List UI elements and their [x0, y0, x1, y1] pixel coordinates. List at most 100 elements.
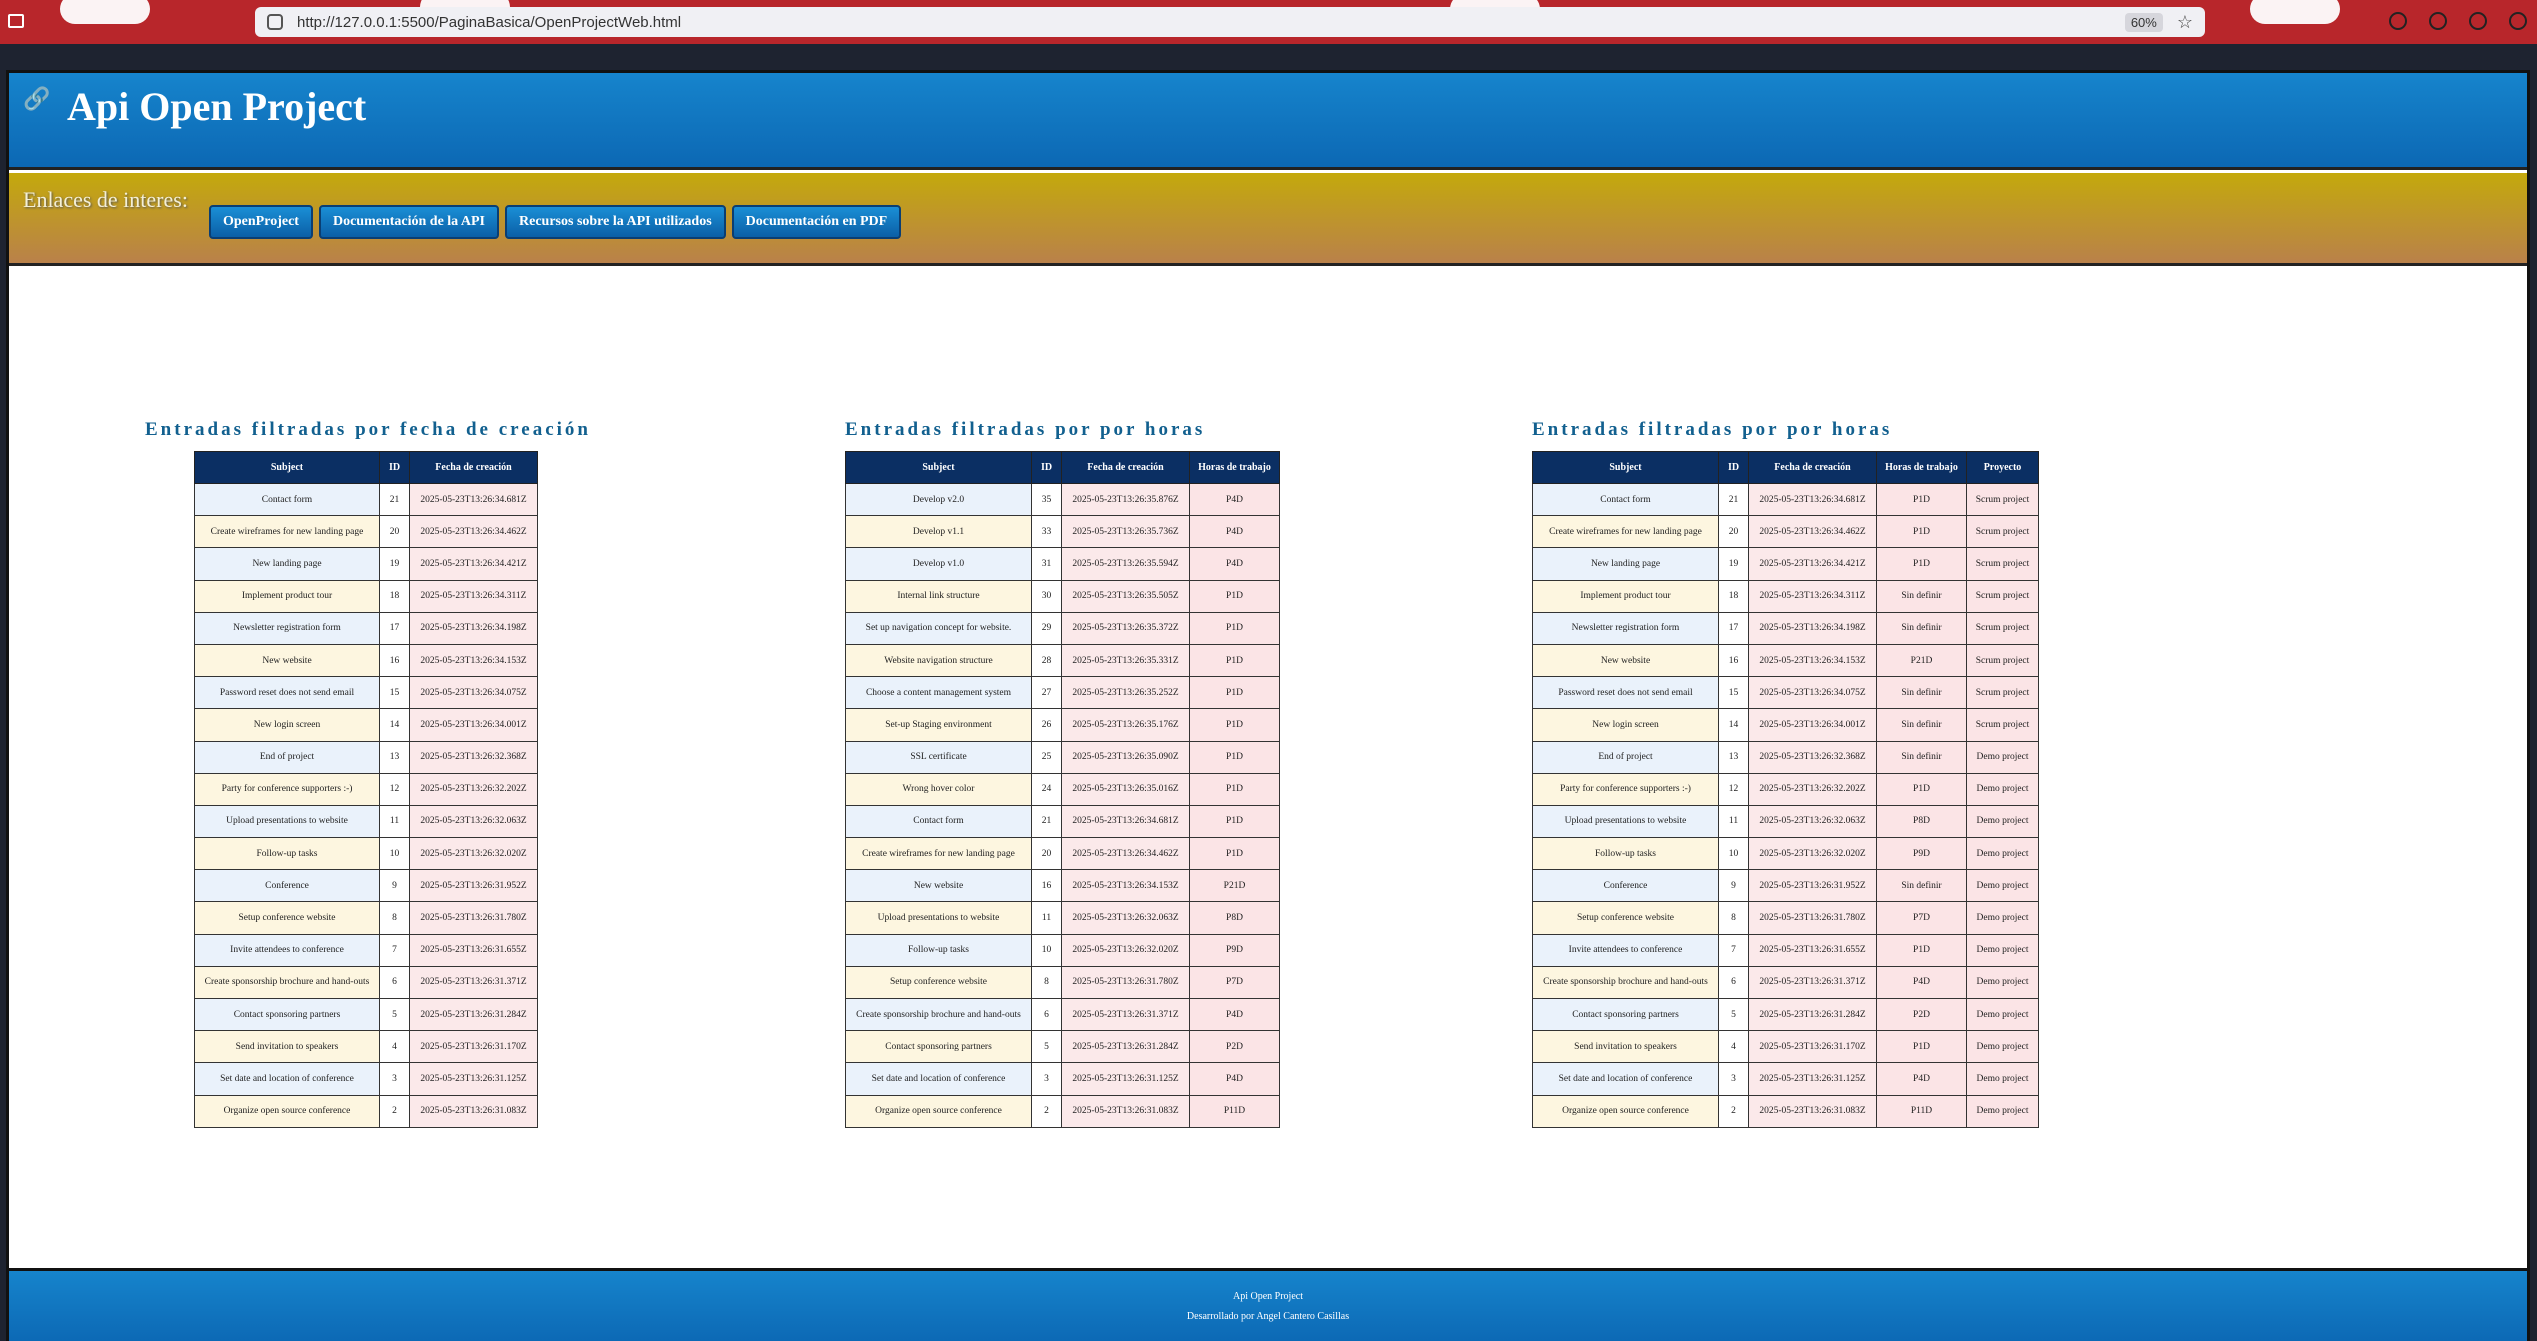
table-row: Wrong hover color 24 2025-05-23T13:26:35.0…: [845, 772, 1280, 806]
table-row: Conference 9 2025-05-23T13:26:31.952Z Sin d…: [1532, 869, 2039, 903]
table-cell: P1D: [1189, 579, 1280, 613]
table-cell: 2025-05-23T13:26:34.001Z: [1748, 708, 1877, 742]
table-cell: P21D: [1189, 869, 1280, 903]
table-cell: Website navigation structure: [845, 643, 1032, 678]
table-row: Set date and location of conference 3 2025…: [1532, 1062, 2039, 1096]
table-cell: 20: [1718, 515, 1749, 549]
star-icon[interactable]: ☆: [2177, 12, 2193, 33]
table-cell: Upload presentations to website: [845, 901, 1032, 935]
address-bar[interactable]: http://127.0.0.1:5500/PaginaBasica/OpenP…: [255, 7, 2205, 37]
table-cell: 14: [1718, 708, 1749, 742]
table-cell: 2025-05-23T13:26:34.462Z: [409, 515, 538, 549]
table-row: New website 16 2025-05-23T13:26:34.153Z: [194, 643, 538, 678]
table-cell: Demo project: [1966, 740, 2039, 774]
table-row: Follow-up tasks 10 2025-05-23T13:26:32.020…: [1532, 837, 2039, 871]
table-cell: 13: [379, 740, 410, 774]
table-cell: 2025-05-23T13:26:32.368Z: [409, 740, 538, 774]
table-cell: Upload presentations to website: [194, 804, 380, 839]
table-cell: Setup conference website: [1532, 901, 1719, 935]
tab-background-pattern: [2250, 0, 2340, 24]
url-text[interactable]: http://127.0.0.1:5500/PaginaBasica/OpenP…: [297, 14, 2125, 31]
table-row: Create sponsorship brochure and hand-out…: [194, 965, 538, 1000]
table-row: End of project 13 2025-05-23T13:26:32.368Z: [194, 740, 538, 774]
table-cell: 2025-05-23T13:26:34.001Z: [409, 708, 538, 742]
table-cell: 24: [1031, 772, 1062, 806]
table-cell: New website: [194, 643, 380, 678]
table-cell: Create sponsorship brochure and hand-out…: [1532, 965, 1719, 1000]
table-cell: New website: [845, 869, 1032, 903]
toolbar-icons: [2389, 12, 2527, 30]
table-cell: 15: [379, 676, 410, 710]
table-cell: 14: [379, 708, 410, 742]
table-row: New landing page 19 2025-05-23T13:26:34.42…: [1532, 547, 2039, 581]
menu-icon[interactable]: [2509, 12, 2527, 30]
table-cell: Create wireframes for new landing page: [845, 837, 1032, 871]
account-icon[interactable]: [2389, 12, 2407, 30]
table-cell: P1D: [1189, 804, 1280, 839]
table-cell: Develop v1.1: [845, 515, 1032, 549]
table-cell: P1D: [1876, 515, 1967, 549]
openproject-link-button[interactable]: OpenProject: [209, 205, 313, 239]
table-cell: Demo project: [1966, 1030, 2039, 1064]
table-cell: Sin definir: [1876, 579, 1967, 613]
table-row: Setup conference website 8 2025-05-23T13:2…: [1532, 901, 2039, 935]
table-cell: 2025-05-23T13:26:31.170Z: [1748, 1030, 1877, 1064]
table-cell: 21: [1718, 482, 1749, 517]
table-cell: P4D: [1189, 997, 1280, 1032]
table-cell: 17: [1718, 611, 1749, 645]
table-cell: 21: [1031, 804, 1062, 839]
table-header-row: Subject ID Fecha de creación Horas de traba…: [845, 451, 1280, 484]
column-header: Subject: [845, 451, 1032, 484]
table-cell: 20: [379, 515, 410, 549]
table-cell: Party for conference supporters :-): [194, 772, 380, 806]
table-cell: 13: [1718, 740, 1749, 774]
table-cell: Contact form: [845, 804, 1032, 839]
table-cell: 2025-05-23T13:26:31.371Z: [1061, 997, 1190, 1032]
footer-author: Desarrollado por Angel Cantero Casillas: [1186, 1311, 1350, 1322]
pdf-docs-link-button[interactable]: Documentación en PDF: [731, 205, 902, 239]
table-cell: New login screen: [1532, 708, 1719, 742]
table-cell: P2D: [1189, 1030, 1280, 1064]
extensions-icon[interactable]: [2429, 12, 2447, 30]
table-cell: Scrum project: [1966, 482, 2039, 517]
table-cell: 2025-05-23T13:26:32.020Z: [409, 837, 538, 871]
table-row: Choose a content management system 27 2025…: [845, 676, 1280, 710]
table-cell: Invite attendees to conference: [1532, 933, 1719, 967]
api-resources-link-button[interactable]: Recursos sobre la API utilizados: [505, 205, 726, 239]
table-row: Set date and location of conference 3 2025…: [845, 1062, 1280, 1096]
zoom-level-badge[interactable]: 60%: [2124, 12, 2163, 32]
table-cell: P9D: [1876, 837, 1967, 871]
table-cell: 2025-05-23T13:26:34.311Z: [1748, 579, 1877, 613]
table-cell: 2025-05-23T13:26:32.202Z: [409, 772, 538, 806]
table-cell: End of project: [1532, 740, 1719, 774]
table-cell: P1D: [1876, 772, 1967, 806]
api-docs-link-button[interactable]: Documentación de la API: [318, 205, 500, 239]
table-cell: P2D: [1876, 997, 1967, 1032]
table-cell: 2025-05-23T13:26:31.125Z: [1061, 1062, 1190, 1096]
addon-icon[interactable]: [2469, 12, 2487, 30]
table-row: Contact form 21 2025-05-23T13:26:34.681Z: [194, 482, 538, 517]
table-cell: 10: [379, 837, 410, 871]
sidebar-toggle-icon[interactable]: [8, 14, 24, 28]
table-cell: Demo project: [1966, 997, 2039, 1032]
table-cell: 2025-05-23T13:26:31.952Z: [1748, 869, 1877, 903]
table-cell: P4D: [1189, 1062, 1280, 1096]
table-cell: Password reset does not send email: [1532, 676, 1719, 710]
table-cell: P1D: [1189, 772, 1280, 806]
table-row: Website navigation structure 28 2025-05-23…: [845, 643, 1280, 678]
table-row: End of project 13 2025-05-23T13:26:32.368Z…: [1532, 740, 2039, 774]
table-row: Create wireframes for new landing page 20…: [194, 515, 538, 549]
table-row: Contact form 21 2025-05-23T13:26:34.681Z P1…: [845, 804, 1280, 839]
column-header: Subject: [194, 451, 380, 484]
table-cell: 18: [379, 579, 410, 613]
shield-icon[interactable]: [267, 14, 283, 30]
table-row: Organize open source conference 2 2025-05-…: [194, 1094, 538, 1128]
table-row: Create sponsorship brochure and hand-out…: [1532, 965, 2039, 1000]
table-cell: 2025-05-23T13:26:34.462Z: [1061, 837, 1190, 871]
column-header: Fecha de creación: [1748, 451, 1877, 484]
table-cell: Sin definir: [1876, 740, 1967, 774]
table-cell: 2025-05-23T13:26:35.505Z: [1061, 579, 1190, 613]
table-row: Upload presentations to website 11 2025-05…: [1532, 804, 2039, 839]
table-cell: 2: [379, 1094, 410, 1128]
table-cell: Scrum project: [1966, 579, 2039, 613]
